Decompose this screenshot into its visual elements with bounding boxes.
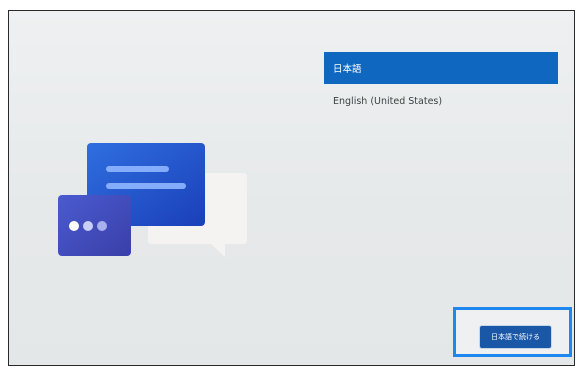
- typing-card: [58, 195, 131, 256]
- language-option-english-us[interactable]: English (United States): [324, 85, 558, 117]
- language-option-label: English (United States): [333, 95, 443, 107]
- language-option-japanese[interactable]: 日本語: [324, 52, 558, 84]
- back-speech-bubble: [148, 173, 247, 257]
- message-card: [87, 143, 205, 226]
- language-list: 日本語 English (United States): [324, 52, 558, 118]
- continue-button[interactable]: 日本語で続ける: [480, 326, 551, 348]
- language-option-label: 日本語: [333, 64, 362, 75]
